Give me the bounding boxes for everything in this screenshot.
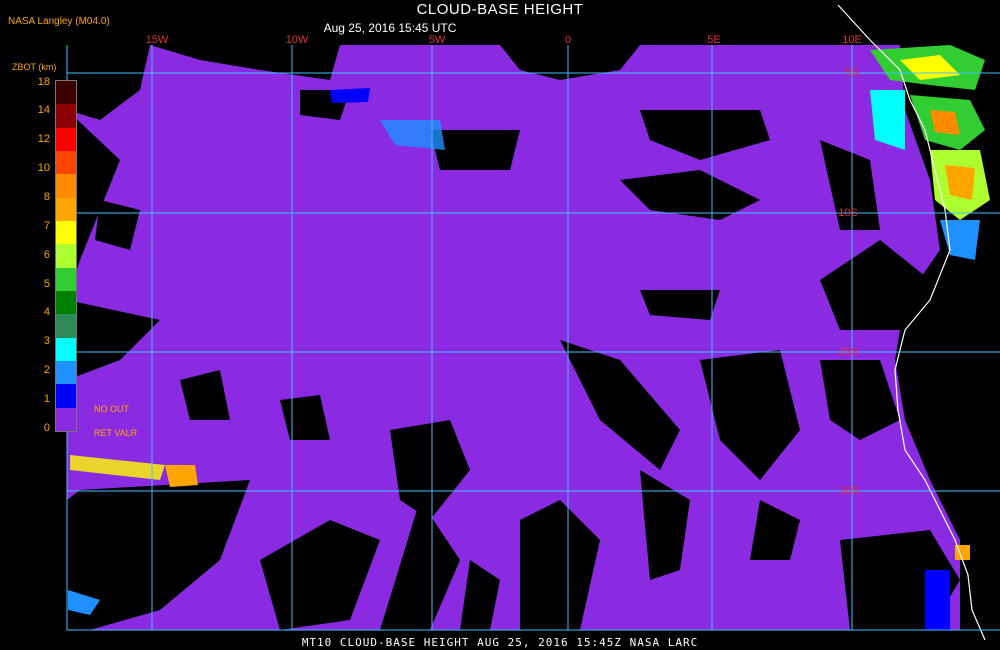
color-scale-segment xyxy=(56,104,76,128)
lat-label: 5S xyxy=(845,67,859,79)
legend-title: ZBOT (km) xyxy=(12,62,57,72)
color-scale-segment xyxy=(56,174,76,198)
lat-label: 15S xyxy=(838,346,858,358)
legend-tick-label: 4 xyxy=(43,306,50,318)
lon-label: 15W xyxy=(145,34,169,46)
lon-label: 0 xyxy=(564,34,572,46)
color-scale-segment xyxy=(56,221,76,245)
cloud-base-height-map xyxy=(66,4,1000,650)
lon-label: 5E xyxy=(707,34,721,46)
color-scale-segment xyxy=(56,361,76,385)
lon-label: 10W xyxy=(285,34,309,46)
map-title: CLOUD-BASE HEIGHT xyxy=(416,1,584,18)
lon-label: 10E xyxy=(842,34,862,46)
color-scale-segment xyxy=(56,407,76,431)
color-scale-segment xyxy=(56,384,76,408)
color-scale-segment xyxy=(56,291,76,315)
color-scale-segment xyxy=(56,81,76,105)
legend-tick-label: 7 xyxy=(43,220,50,232)
legend-tick-label: 18 xyxy=(37,76,50,88)
legend-tick-label: 2 xyxy=(43,364,50,376)
color-scale-segment xyxy=(56,244,76,268)
color-scale-segment xyxy=(56,337,76,361)
color-scale-segment xyxy=(56,151,76,175)
map-subtitle: Aug 25, 2016 15:45 UTC xyxy=(323,21,457,35)
footer-caption: MT10 CLOUD-BASE HEIGHT AUG 25, 2016 15:4… xyxy=(301,636,699,649)
legend-note-ret-valr: RET VALR xyxy=(94,428,138,438)
legend-tick-label: 1 xyxy=(43,393,50,405)
legend-tick-label: 10 xyxy=(37,162,50,174)
lat-label: 10S xyxy=(838,207,858,219)
legend-tick-label: 14 xyxy=(37,104,50,116)
lon-label: 5W xyxy=(428,34,446,46)
legend-tick-label: 0 xyxy=(43,422,50,434)
cloud-field xyxy=(67,45,1000,650)
color-scale-segment xyxy=(56,267,76,291)
legend-tick-label: 12 xyxy=(37,133,50,145)
legend-note-no-out: NO OUT xyxy=(94,404,129,414)
legend-tick-label: 8 xyxy=(43,191,50,203)
legend-tick-label: 6 xyxy=(43,249,50,261)
color-scale-bar xyxy=(55,80,77,432)
color-scale-segment xyxy=(56,127,76,151)
legend-tick-label: 3 xyxy=(43,335,50,347)
legend-tick-label: 5 xyxy=(43,278,50,290)
color-scale-segment xyxy=(56,314,76,338)
source-label: NASA Langley (M04.0) xyxy=(8,16,110,27)
color-scale-segment xyxy=(56,197,76,221)
lat-label: 20S xyxy=(840,485,860,497)
